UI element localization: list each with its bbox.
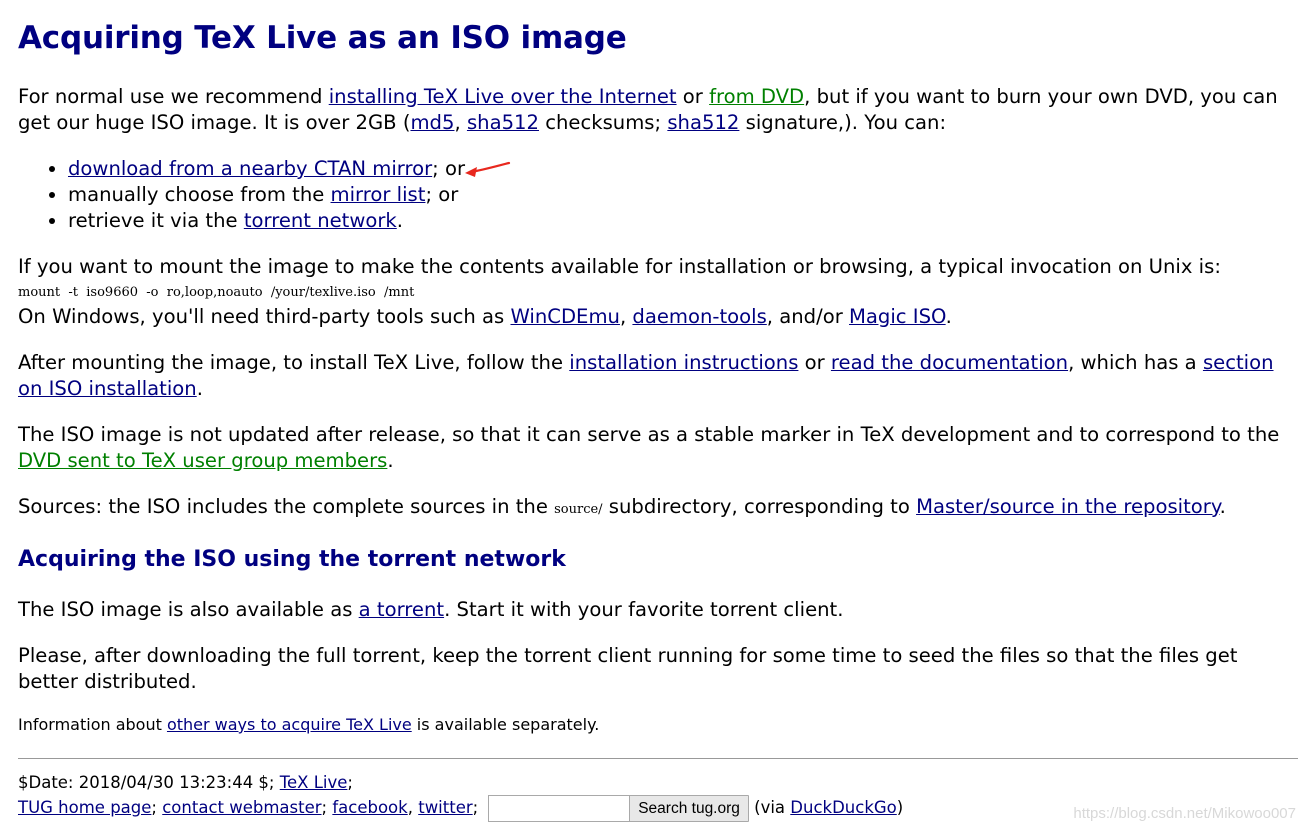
link-contact-webmaster[interactable]: contact webmaster: [162, 798, 321, 817]
link-daemon-tools[interactable]: daemon-tools: [632, 305, 766, 328]
link-installation-instructions[interactable]: installation instructions: [569, 351, 798, 374]
intro-paragraph: For normal use we recommend installing T…: [18, 85, 1278, 134]
link-dvd-members[interactable]: DVD sent to TeX user group members: [18, 449, 387, 472]
mount-command: mount -t iso9660 -o ro,loop,noauto /your…: [18, 285, 415, 300]
windows-tools-paragraph: On Windows, you'll need third-party tool…: [18, 305, 952, 328]
link-mirror-list[interactable]: mirror list: [331, 183, 426, 206]
page-content: Acquiring TeX Live as an ISO image For n…: [18, 18, 1300, 736]
link-a-torrent[interactable]: a torrent: [359, 598, 444, 621]
info-paragraph: Information about other ways to acquire …: [18, 715, 600, 734]
link-tug-home[interactable]: TUG home page: [18, 798, 151, 817]
search-button[interactable]: Search tug.org: [629, 795, 749, 822]
link-facebook[interactable]: facebook: [332, 798, 407, 817]
link-from-dvd[interactable]: from DVD: [709, 85, 804, 108]
not-updated-paragraph: The ISO image is not updated after relea…: [18, 423, 1280, 472]
sources-paragraph: Sources: the ISO includes the complete s…: [18, 495, 1226, 518]
link-read-documentation[interactable]: read the documentation: [831, 351, 1068, 374]
after-mount-paragraph: After mounting the image, to install TeX…: [18, 351, 1274, 400]
seed-paragraph: Please, after downloading the full torre…: [18, 644, 1238, 693]
page-title: Acquiring TeX Live as an ISO image: [18, 20, 627, 56]
link-tex-live[interactable]: TeX Live: [280, 773, 348, 792]
red-arrow-annotation: [465, 161, 511, 177]
list-item: retrieve it via the torrent network.: [68, 208, 1300, 234]
link-other-ways[interactable]: other ways to acquire TeX Live: [167, 715, 412, 734]
list-item: manually choose from the mirror list; or: [68, 182, 1300, 208]
link-duckduckgo[interactable]: DuckDuckGo: [790, 798, 896, 817]
link-ctan-mirror[interactable]: download from a nearby CTAN mirror: [68, 157, 432, 180]
mount-paragraph: If you want to mount the image to make t…: [18, 255, 1221, 278]
link-torrent-network[interactable]: torrent network: [244, 209, 397, 232]
link-install-internet[interactable]: installing TeX Live over the Internet: [329, 85, 677, 108]
link-master-source-repo[interactable]: Master/source in the repository: [916, 495, 1220, 518]
link-sha512-checksum[interactable]: sha512: [467, 111, 539, 134]
watermark: https://blog.csdn.net/Mikowoo007: [1073, 805, 1296, 822]
download-options-list: download from a nearby CTAN mirror; or m…: [18, 156, 1300, 234]
list-item: download from a nearby CTAN mirror; or: [68, 156, 1300, 182]
search-input[interactable]: [488, 795, 631, 822]
link-sha512-signature[interactable]: sha512: [667, 111, 739, 134]
date-stamp: $Date: 2018/04/30 13:23:44 $;: [18, 773, 280, 792]
link-magic-iso[interactable]: Magic ISO: [849, 305, 946, 328]
link-md5[interactable]: md5: [410, 111, 454, 134]
footer-divider: [18, 758, 1298, 759]
footer-line-1: $Date: 2018/04/30 13:23:44 $; TeX Live;: [18, 773, 353, 792]
link-twitter[interactable]: twitter: [418, 798, 472, 817]
torrent-paragraph: The ISO image is also available as a tor…: [18, 598, 844, 621]
source-dir-code: source/: [554, 502, 603, 517]
torrent-heading: Acquiring the ISO using the torrent netw…: [18, 547, 566, 572]
link-wincdemu[interactable]: WinCDEmu: [510, 305, 619, 328]
